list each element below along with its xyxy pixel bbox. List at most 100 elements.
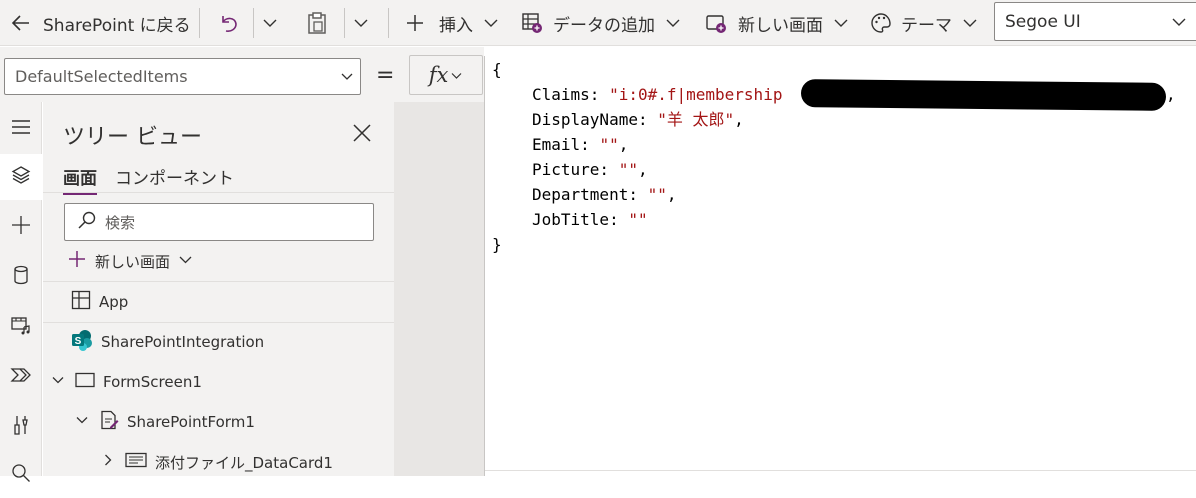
- code-line-open: {: [492, 60, 502, 79]
- chevron-down-icon: [51, 373, 65, 391]
- tree-view-tabs: 画面 コンポーネント: [63, 164, 234, 195]
- chevron-down-icon: [665, 15, 681, 31]
- add-data-button[interactable]: データの追加: [521, 0, 681, 46]
- add-data-label: データの追加: [553, 15, 655, 36]
- formula-editor[interactable]: { Claims: "i:0#.f|membership , DisplayNa…: [484, 56, 1196, 476]
- new-screen-label: 新しい画面: [738, 15, 823, 36]
- tree-node-label: App: [99, 293, 129, 311]
- clipboard-icon: [305, 11, 329, 35]
- tree-node-attachments-datacard1[interactable]: 添付ファイル_DataCard1: [101, 442, 333, 482]
- close-icon: [350, 124, 374, 149]
- tree-search-placeholder: 検索: [105, 213, 136, 232]
- tree-view-rail-button[interactable]: [0, 154, 42, 200]
- code-line-department: Department: "",: [532, 185, 677, 204]
- code-line-claims: Claims: "i:0#.f|membership: [532, 85, 783, 104]
- undo-menu-button[interactable]: [262, 0, 278, 46]
- tabs-divider: [43, 192, 394, 193]
- tab-components[interactable]: コンポーネント: [115, 164, 234, 193]
- search-icon: [10, 462, 32, 488]
- tree-search-input[interactable]: 検索: [64, 203, 374, 241]
- form-edit-icon: [99, 410, 119, 434]
- plus-icon: [67, 249, 87, 273]
- power-automate-rail-button[interactable]: [0, 354, 42, 400]
- new-screen-button[interactable]: 新しい画面: [705, 0, 849, 46]
- hamburger-icon: [10, 116, 32, 142]
- chevron-down-icon: [962, 15, 978, 31]
- code-line-jobtitle: JobTitle: "": [532, 210, 648, 229]
- chevron-down-icon: [450, 69, 463, 82]
- chevron-down-icon: [1171, 14, 1187, 30]
- search-icon: [77, 210, 97, 234]
- back-to-sharepoint-button[interactable]: SharePoint に戻る: [10, 0, 191, 46]
- tree-node-label: FormScreen1: [103, 373, 202, 391]
- editor-bottom-border: [485, 470, 1196, 471]
- undo-button[interactable]: [216, 0, 240, 46]
- tree-node-label: SharePointIntegration: [101, 333, 265, 351]
- redaction-mark: [800, 79, 1167, 111]
- chevron-right-icon: [101, 453, 115, 471]
- media-rail-button[interactable]: [0, 304, 42, 350]
- toolbar-divider: [199, 8, 200, 38]
- tree-node-label: 添付ファイル_DataCard1: [155, 453, 333, 472]
- tree-new-screen-label: 新しい画面: [95, 252, 171, 271]
- toolbar-divider: [253, 8, 254, 38]
- datacard-icon: [125, 452, 147, 472]
- paste-button[interactable]: [305, 0, 329, 46]
- add-data-icon: [521, 12, 543, 34]
- font-select-value: Segoe UI: [1005, 11, 1081, 32]
- code-line-email: Email: "",: [532, 135, 629, 154]
- tab-screens[interactable]: 画面: [63, 164, 97, 195]
- screen-icon: [75, 372, 95, 392]
- fx-button[interactable]: fx: [409, 55, 483, 95]
- chevron-down-icon: [353, 15, 369, 31]
- chevron-down-icon: [833, 15, 849, 31]
- new-screen-icon: [705, 12, 727, 34]
- chevron-down-icon: [340, 69, 354, 83]
- back-label: SharePoint に戻る: [43, 15, 191, 36]
- search-rail-button[interactable]: [0, 452, 42, 498]
- arrow-left-icon: [10, 12, 32, 34]
- plus-icon: [405, 13, 425, 33]
- design-canvas[interactable]: [394, 102, 484, 476]
- left-rail: [0, 102, 42, 482]
- font-select[interactable]: Segoe UI: [994, 2, 1196, 41]
- tree-node-formscreen1[interactable]: FormScreen1: [51, 362, 202, 402]
- tree-node-sharepointintegration[interactable]: S SharePointIntegration: [71, 322, 264, 362]
- tree-node-app[interactable]: App: [71, 282, 128, 322]
- chevron-down-icon: [178, 252, 193, 271]
- paste-menu-button[interactable]: [353, 0, 369, 46]
- tree-view-panel: ツリー ビュー 画面 コンポーネント 検索 新しい画面 App S ShareP…: [43, 102, 394, 476]
- tree-view-title: ツリー ビュー: [63, 125, 202, 150]
- toolbar-divider: [388, 8, 389, 38]
- tools-icon: [10, 414, 32, 440]
- property-dropdown[interactable]: DefaultSelectedItems: [4, 58, 361, 95]
- svg-text:S: S: [75, 336, 82, 347]
- code-line-picture: Picture: "",: [532, 160, 648, 179]
- insert-rail-button[interactable]: [0, 204, 42, 250]
- undo-icon: [216, 11, 240, 35]
- app-icon: [71, 290, 91, 314]
- tree-node-sharepointform1[interactable]: SharePointForm1: [75, 402, 255, 442]
- database-icon: [10, 264, 32, 290]
- power-automate-icon: [10, 364, 32, 390]
- code-line-close: }: [492, 235, 502, 254]
- data-rail-button[interactable]: [0, 254, 42, 300]
- property-dropdown-value: DefaultSelectedItems: [15, 67, 188, 86]
- close-tree-view-button[interactable]: [350, 121, 374, 145]
- chevron-down-icon: [262, 15, 278, 31]
- advanced-tools-rail-button[interactable]: [0, 404, 42, 450]
- toolbar-divider: [344, 8, 345, 38]
- command-bar: SharePoint に戻る 挿入 データの追加 新しい画面 テーマ Segoe…: [0, 0, 1196, 46]
- hamburger-menu-button[interactable]: [0, 106, 42, 152]
- theme-button[interactable]: テーマ: [870, 0, 978, 46]
- code-line-displayname: DisplayName: "羊 太郎",: [532, 110, 744, 129]
- insert-button[interactable]: 挿入: [405, 0, 499, 46]
- media-icon: [10, 314, 32, 340]
- formula-bar: DefaultSelectedItems = fx: [0, 47, 484, 102]
- theme-label: テーマ: [901, 15, 952, 36]
- tree-new-screen-button[interactable]: 新しい画面: [67, 249, 193, 273]
- layers-icon: [10, 164, 32, 190]
- tree-node-label: SharePointForm1: [127, 413, 255, 431]
- equals-sign: =: [376, 63, 395, 88]
- plus-icon: [10, 214, 32, 240]
